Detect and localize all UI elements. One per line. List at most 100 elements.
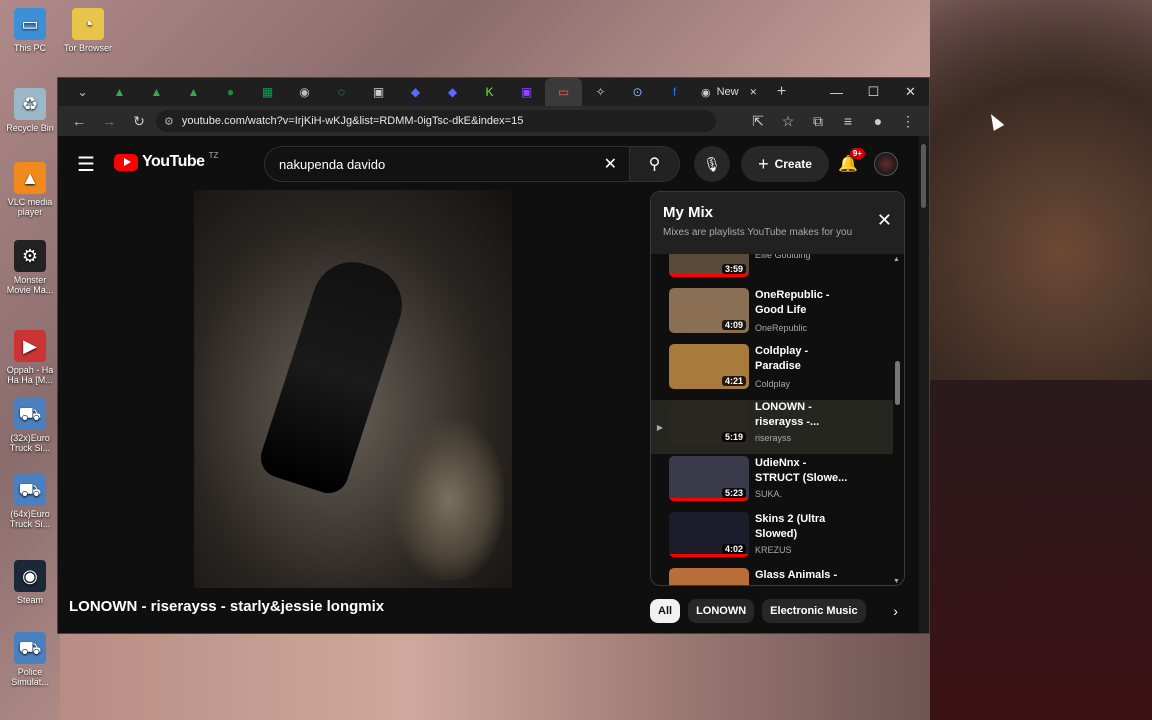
- account-avatar[interactable]: [874, 152, 898, 176]
- chip-lonown[interactable]: LONOWN: [688, 599, 755, 623]
- tab-google-drive-icon[interactable]: ▲: [138, 78, 175, 106]
- country-code: TZ: [208, 151, 219, 160]
- close-window-button[interactable]: ✕: [892, 78, 929, 106]
- page-scroll-thumb[interactable]: [921, 144, 926, 208]
- playlist-item-channel: riserayss: [755, 433, 792, 443]
- desktop-icon[interactable]: ◔ Tor Browser: [62, 8, 114, 53]
- wallpaper-suit: [930, 380, 1152, 720]
- forward-button[interactable]: →: [96, 108, 122, 134]
- page-scrollbar[interactable]: [919, 136, 929, 633]
- scroll-up-icon[interactable]: ▲: [893, 256, 900, 263]
- search-input[interactable]: nakupenda davido ✕: [264, 146, 630, 182]
- playlist-item-text: Skins 2 (Ultra Slowed) KREZUS: [755, 512, 850, 555]
- tab-twitch-icon[interactable]: ▣: [508, 78, 545, 106]
- desktop-icon-label: VLC media player: [7, 197, 53, 218]
- desktop-icon[interactable]: ⛟ Police Simulat...: [4, 632, 56, 688]
- desktop-icon[interactable]: ⚙ Monster Movie Ma...: [4, 240, 56, 296]
- desktop-icon[interactable]: ▭ This PC: [4, 8, 56, 53]
- tab-strip: ▲ ▲ ▲ ● ▦ ◉ ◌ ▣ ◆ ◆ K ▣ ▭ ✧ ⊙ f: [101, 78, 693, 106]
- playlist-scrollbar[interactable]: ▲ ▼: [893, 256, 901, 585]
- window-controls: — ☐ ✕: [818, 78, 929, 106]
- tab-extension-icon[interactable]: ◆: [397, 78, 434, 106]
- playlist-item[interactable]: 5:23 UdieNnx - STRUCT (Slowe... SUKA.: [651, 456, 893, 510]
- twitch-icon: ▣: [520, 85, 533, 99]
- site-info-icon[interactable]: ⚙: [164, 115, 174, 128]
- desktop-icon[interactable]: ▲ VLC media player: [4, 162, 56, 218]
- playlist-thumbnail: 4:09: [669, 288, 749, 333]
- playlist-item[interactable]: 4:02 Skins 2 (Ultra Slowed) KREZUS: [651, 512, 893, 566]
- steam-icon: ◉: [14, 560, 46, 592]
- desktop-icon[interactable]: ⛟ (64x)Euro Truck Si...: [4, 474, 56, 530]
- close-playlist-icon[interactable]: ✕: [877, 210, 892, 231]
- create-button[interactable]: + Create: [741, 146, 829, 182]
- youtube-logo[interactable]: YouTube TZ: [114, 151, 219, 171]
- tab-green-circle-icon[interactable]: ●: [212, 78, 249, 106]
- tab-kick-icon[interactable]: K: [471, 78, 508, 106]
- playlist-item[interactable]: ▶ 5:19 LONOWN - riserayss -... riserayss: [651, 400, 893, 454]
- media-controls-icon[interactable]: ≡: [835, 108, 861, 134]
- playlist-index: [651, 512, 669, 566]
- chip-electronic-music[interactable]: Electronic Music: [762, 599, 866, 623]
- playlist-item-channel: OneRepublic: [755, 323, 808, 333]
- video-player[interactable]: [194, 190, 512, 588]
- profile-avatar-icon[interactable]: ●: [865, 108, 891, 134]
- clear-search-icon[interactable]: ✕: [604, 154, 617, 174]
- desktop-icon[interactable]: ⛟ (32x)Euro Truck Si...: [4, 398, 56, 454]
- sparkle-icon: ✧: [595, 85, 606, 99]
- url-field[interactable]: ⚙ youtube.com/watch?v=IrjKiH-wKJg&list=R…: [156, 110, 716, 132]
- playlist-scroll-thumb[interactable]: [895, 361, 900, 405]
- desktop-icon[interactable]: ♻ Recycle Bin: [4, 88, 56, 133]
- install-app-icon[interactable]: ⇱: [745, 108, 771, 134]
- tab-extension-icon[interactable]: ◆: [434, 78, 471, 106]
- playlist-item-channel: SUKA.: [755, 489, 783, 499]
- tab-facebook-icon[interactable]: f: [656, 78, 693, 106]
- hamburger-menu-icon[interactable]: ☰: [74, 152, 98, 176]
- extensions-icon[interactable]: ⧉: [805, 108, 831, 134]
- tab-bar: ⌄ ▲ ▲ ▲ ● ▦ ◉ ◌ ▣ ◆ ◆ K ▣ ▭ ✧ ⊙ f ◉ New ✕ + — ☐ ✕: [58, 78, 929, 106]
- new-tab-button[interactable]: +: [763, 78, 800, 106]
- back-button[interactable]: ←: [66, 108, 92, 134]
- google-drive-icon: ▲: [187, 85, 200, 99]
- maximize-button[interactable]: ☐: [855, 78, 892, 106]
- duration-badge: 5:19: [721, 432, 746, 442]
- minimize-button[interactable]: —: [818, 78, 855, 106]
- voice-search-button[interactable]: 🎙: [694, 146, 730, 182]
- playlist-item-channel: Coldplay: [755, 379, 791, 389]
- chevron-right-icon[interactable]: ›: [884, 599, 908, 623]
- desktop-icon-label: Steam: [16, 595, 43, 605]
- playlist-item-title: UdieNnx - STRUCT (Slowe...: [755, 457, 848, 484]
- tab-lens-icon[interactable]: ⊙: [619, 78, 656, 106]
- playlist-item[interactable]: 4:09OneRepublic - Good Life (Offici...On…: [651, 288, 893, 342]
- tab-youtube-icon[interactable]: ▭: [545, 78, 582, 106]
- tab-close-icon[interactable]: ✕: [749, 87, 757, 98]
- search-button[interactable]: ⚲: [630, 146, 680, 182]
- watch-progress-bar: [669, 554, 749, 557]
- scroll-down-icon[interactable]: ▼: [893, 578, 900, 585]
- playlist-item[interactable]: 4:21Coldplay - Paradise (Officia...Coldp…: [651, 344, 893, 398]
- playlist-item-text: UdieNnx - STRUCT (Slowe... SUKA.: [755, 456, 850, 499]
- playlist-item-title: Coldplay - Paradise (Officia...: [755, 345, 809, 376]
- browser-menu-icon[interactable]: ⋮: [895, 108, 921, 134]
- tab-google-drive-icon[interactable]: ▲: [175, 78, 212, 106]
- tab-chrome-icon[interactable]: ◉: [286, 78, 323, 106]
- notifications-button[interactable]: 🔔 9+: [830, 146, 866, 182]
- bookmark-star-icon[interactable]: ☆: [775, 108, 801, 134]
- desktop-icon[interactable]: ◉ Steam: [4, 560, 56, 605]
- video-title: LONOWN - riserayss - starly&jessie longm…: [69, 598, 385, 615]
- playlist-item[interactable]: 3:59 Burn (Officia...Ellie Goulding: [651, 254, 893, 286]
- desktop-icon[interactable]: ▶ Oppah - Ha Ha Ha [M...: [4, 330, 56, 386]
- tab-sheets-icon[interactable]: ▦: [249, 78, 286, 106]
- reload-button[interactable]: ↻: [126, 108, 152, 134]
- playlist-thumbnail: 5:23: [669, 456, 749, 501]
- playlist-item-title: Glass Animals - Heat Waves: [755, 569, 838, 585]
- tab-search-dropdown-icon[interactable]: ⌄: [64, 78, 101, 106]
- app-shortcut-icon: ⛟: [14, 398, 46, 430]
- chip-all[interactable]: All: [650, 599, 681, 623]
- tab-sparkle-icon[interactable]: ✧: [582, 78, 619, 106]
- tab-google-drive-icon[interactable]: ▲: [101, 78, 138, 106]
- desktop-icon-label: Tor Browser: [63, 43, 112, 53]
- playlist-item[interactable]: Glass Animals - Heat Waves: [651, 568, 893, 585]
- tab-current[interactable]: ◉ New ✕: [693, 78, 763, 106]
- tab-image-icon[interactable]: ▣: [360, 78, 397, 106]
- tab-tab-icon[interactable]: ◌: [323, 78, 360, 106]
